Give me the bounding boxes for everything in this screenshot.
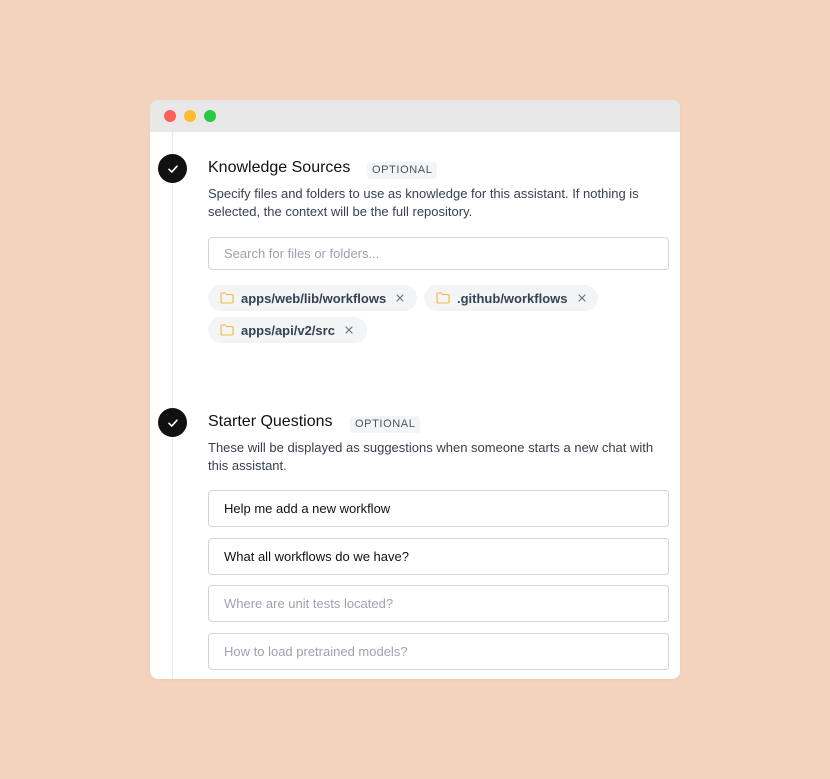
zoom-window-button[interactable] xyxy=(204,110,216,122)
knowledge-chip: apps/api/v2/src xyxy=(208,317,367,343)
optional-badge: OPTIONAL xyxy=(367,162,438,179)
folder-icon xyxy=(220,324,234,336)
step-timeline xyxy=(172,132,173,679)
knowledge-chip: .github/workflows xyxy=(424,285,598,311)
knowledge-sources-description: Specify files and folders to use as know… xyxy=(208,186,639,219)
starter-questions-title: Starter Questions xyxy=(208,413,333,430)
remove-chip-icon[interactable] xyxy=(344,325,354,335)
starter-question-input[interactable] xyxy=(208,585,669,622)
step-complete-check-icon xyxy=(158,154,187,183)
step-complete-check-icon xyxy=(158,408,187,437)
remove-chip-icon[interactable] xyxy=(395,293,405,303)
app-window: Knowledge Sources OPTIONAL Specify files… xyxy=(150,100,680,679)
close-window-button[interactable] xyxy=(164,110,176,122)
minimize-window-button[interactable] xyxy=(184,110,196,122)
chip-label: apps/web/lib/workflows xyxy=(241,290,387,306)
remove-chip-icon[interactable] xyxy=(577,293,587,303)
file-search-input[interactable] xyxy=(208,237,669,270)
starter-question-input[interactable] xyxy=(208,633,669,670)
folder-icon xyxy=(220,292,234,304)
knowledge-chip: apps/web/lib/workflows xyxy=(208,285,417,311)
starter-question-input[interactable] xyxy=(208,490,669,527)
chip-label: .github/workflows xyxy=(457,290,568,306)
starter-questions-description: These will be displayed as suggestions w… xyxy=(208,440,654,473)
title-bar xyxy=(150,100,680,132)
optional-badge: OPTIONAL xyxy=(350,416,421,433)
folder-icon xyxy=(436,292,450,304)
knowledge-sources-title: Knowledge Sources xyxy=(208,159,351,176)
chip-label: apps/api/v2/src xyxy=(241,322,335,338)
starter-question-input[interactable] xyxy=(208,538,669,575)
